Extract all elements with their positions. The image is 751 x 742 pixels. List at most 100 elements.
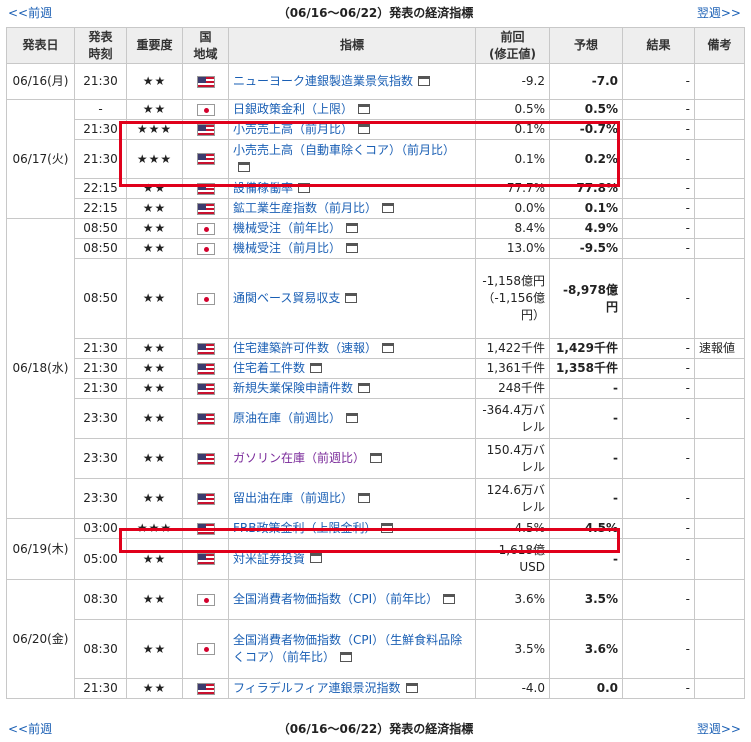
open-window-icon[interactable] [405,682,418,693]
country-flag [182,338,229,359]
forecast-value: - [549,398,623,439]
indicator-link[interactable]: 機械受注（前月比） [233,241,341,255]
indicator-cell: 対米証券投資 [228,538,476,580]
note-value [694,678,745,699]
indicator-link[interactable]: ニューヨーク連銀製造業景気指数 [233,74,413,88]
table-row: 08:30 ★★ 全国消費者物価指数（CPI）（生鮮食料品除くコア）（前年比） 3.5… [7,619,745,679]
open-window-icon[interactable] [345,292,358,303]
open-window-icon[interactable] [382,202,395,213]
open-window-icon[interactable] [346,242,359,253]
indicator-link[interactable]: 日銀政策金利（上限） [233,102,353,116]
importance-stars: ★★★ [126,518,183,539]
release-date: 06/20(金) [6,579,75,699]
indicator-link[interactable]: 原油在庫（前週比） [233,411,341,425]
col-header-country: 国 地域 [182,27,229,64]
importance-stars: ★★ [126,218,183,239]
indicator-link[interactable]: 鉱工業生産指数（前月比） [233,201,377,215]
us-flag-icon [196,682,215,695]
indicator-link[interactable]: FRB政策金利（上限金利） [233,521,376,535]
us-flag-icon [196,342,215,355]
table-row: 21:30 ★★★ 小売売上高（前月比） 0.1% -0.7% - [7,119,745,140]
previous-value: 0.1% [475,139,550,179]
open-window-icon[interactable] [310,362,323,373]
result-value: - [622,99,695,120]
open-window-icon[interactable] [443,593,456,604]
open-window-icon[interactable] [358,103,371,114]
result-value: - [622,198,695,219]
previous-value: 124.6万バレル [475,478,550,519]
indicator-link[interactable]: フィラデルフィア連銀景況指数 [233,681,401,695]
indicator-cell: 機械受注（前月比） [228,238,476,259]
us-flag-icon [196,452,215,465]
release-date: 06/17(火) [6,99,75,219]
open-window-icon[interactable] [238,161,250,172]
indicator-cell: 鉱工業生産指数（前月比） [228,198,476,219]
indicator-link[interactable]: 新規失業保険申請件数 [233,381,353,395]
open-window-icon[interactable] [298,182,311,193]
forecast-value: 4.9% [549,218,623,239]
open-window-icon[interactable] [370,452,383,463]
indicator-link[interactable]: 小売売上高（自動車除くコア）（前月比） [233,143,455,157]
open-window-icon[interactable] [418,75,431,86]
note-value [694,518,745,539]
result-value: - [622,579,695,620]
open-window-icon[interactable] [310,553,323,563]
indicator-link[interactable]: 機械受注（前年比） [233,221,341,235]
release-time: 08:30 [74,579,127,620]
country-flag [182,478,229,519]
indicator-link[interactable]: 設備稼働率 [233,181,293,195]
page-title: （06/16～06/22）発表の経済指標 [277,6,474,20]
open-window-icon[interactable] [358,382,371,393]
open-window-icon[interactable] [358,123,371,134]
us-flag-icon [196,202,215,215]
table-row: 22:15 ★★ 鉱工業生産指数（前月比） 0.0% 0.1% - [7,198,745,219]
indicator-link[interactable]: 住宅建築許可件数（速報） [233,341,377,355]
indicator-link[interactable]: ガソリン在庫（前週比） [233,451,365,465]
result-value: - [622,398,695,439]
note-value [694,63,745,100]
previous-value: 13.0% [475,238,550,259]
indicator-link[interactable]: 小売売上高（前月比） [233,122,353,136]
previous-value: 1,361千件 [475,358,550,379]
indicator-cell: 全国消費者物価指数（CPI）（前年比） [228,579,476,620]
indicator-link[interactable]: 全国消費者物価指数（CPI）（前年比） [233,592,438,606]
release-time: 21:30 [74,63,127,100]
result-value: - [622,358,695,379]
indicator-cell: 小売売上高（自動車除くコア）（前月比） [228,139,476,179]
open-window-icon[interactable] [340,651,353,662]
open-window-icon[interactable] [358,492,371,503]
table-row: 08:50 ★★ 機械受注（前月比） 13.0% -9.5% - [7,238,745,259]
release-time: 21:30 [74,119,127,140]
us-flag-icon [196,123,215,136]
open-window-icon[interactable] [382,342,395,353]
next-week-link-bottom[interactable]: 翌週>> [697,720,741,737]
indicator-cell: 新規失業保険申請件数 [228,378,476,399]
table-row: 21:30 ★★ 新規失業保険申請件数 248千件 - - [7,378,745,399]
result-value: - [622,438,695,479]
note-value [694,178,745,199]
note-value [694,619,745,679]
release-time: 23:30 [74,398,127,439]
indicator-link[interactable]: 通関ベース貿易収支 [233,291,340,305]
country-flag [182,518,229,539]
next-week-link[interactable]: 翌週>> [697,4,741,21]
page-title-bottom: （06/16～06/22）発表の経済指標 [277,722,474,736]
forecast-value: 0.0 [549,678,623,699]
top-nav-bar: <<前週 （06/16～06/22）発表の経済指標 翌週>> [0,0,751,22]
result-value: - [622,119,695,140]
indicator-cell: ニューヨーク連銀製造業景気指数 [228,63,476,100]
indicator-link[interactable]: 留出油在庫（前週比） [233,491,353,505]
indicator-link[interactable]: 対米証券投資 [233,552,305,566]
col-header-date: 発表日 [6,27,75,64]
country-flag [182,99,229,120]
open-window-icon[interactable] [346,222,359,233]
indicator-cell: 全国消費者物価指数（CPI）（生鮮食料品除くコア）（前年比） [228,619,476,679]
indicator-link[interactable]: 住宅着工件数 [233,361,305,375]
result-value: - [622,218,695,239]
open-window-icon[interactable] [381,522,394,533]
table-row: 06/18(水) 08:50 ★★ 機械受注（前年比） 8.4% 4.9% - [6,218,745,519]
note-value [694,99,745,120]
us-flag-icon [196,182,215,195]
open-window-icon[interactable] [346,412,359,423]
forecast-value: 0.5% [549,99,623,120]
